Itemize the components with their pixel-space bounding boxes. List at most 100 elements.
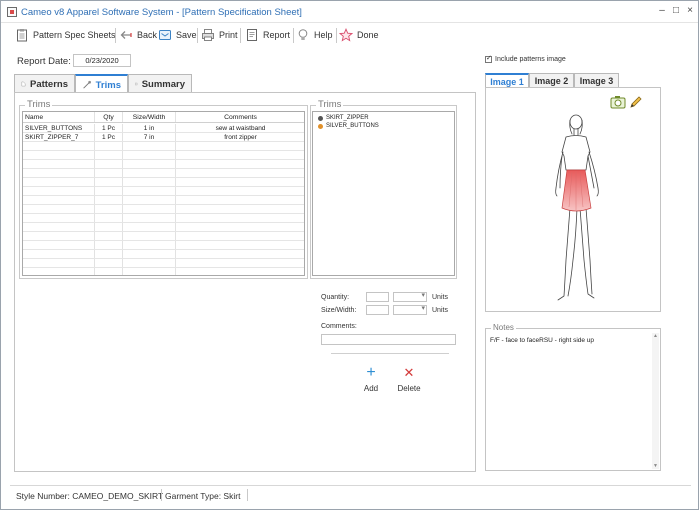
close-button[interactable]: × [684, 5, 696, 17]
empty-cell [23, 142, 95, 150]
tab-image-1[interactable]: Image 1 [485, 73, 529, 88]
empty-table-row [23, 214, 304, 223]
scroll-down-icon[interactable]: ▼ [652, 463, 659, 469]
empty-cell [95, 268, 123, 275]
delete-icon: ✕ [403, 365, 415, 380]
pattern-spec-sheets-button[interactable]: Pattern Spec Sheets [15, 25, 116, 45]
delete-button[interactable]: ✕ Delete [392, 365, 426, 393]
table-row[interactable]: SKIRT_ZIPPER_7 1 Pc 7 in front zipper [23, 133, 304, 142]
button-icon [318, 123, 323, 129]
save-button[interactable]: Save [158, 25, 197, 45]
minimize-button[interactable]: – [656, 5, 668, 17]
notes-scrollbar[interactable]: ▲ ▼ [652, 333, 659, 469]
tree-item-skirt-zipper[interactable]: SKIRT_ZIPPER [318, 114, 369, 122]
empty-cell [123, 241, 176, 249]
print-label: Print [219, 30, 238, 40]
empty-cell [23, 241, 95, 249]
empty-cell [123, 169, 176, 177]
empty-cell [23, 223, 95, 231]
empty-cell [95, 241, 123, 249]
empty-cell [123, 250, 176, 258]
empty-cell [95, 151, 123, 159]
include-patterns-image-label: Include patterns image [495, 56, 566, 63]
empty-cell [123, 205, 176, 213]
empty-cell [95, 214, 123, 222]
empty-table-row [23, 169, 304, 178]
empty-cell [23, 259, 95, 267]
empty-cell [95, 169, 123, 177]
notes-text: F/F - face to faceRSU - right side up [490, 337, 595, 344]
include-patterns-image-checkbox[interactable] [485, 54, 492, 63]
tab-patterns[interactable]: Patterns [14, 74, 75, 93]
status-divider [161, 489, 162, 501]
empty-cell [123, 196, 176, 204]
scroll-up-icon[interactable]: ▲ [652, 333, 659, 339]
empty-cell [95, 187, 123, 195]
maximize-button[interactable]: □ [670, 5, 682, 17]
quantity-units-select[interactable] [393, 291, 427, 302]
empty-cell [23, 178, 95, 186]
report-label: Report [263, 30, 291, 40]
edit-pencil-icon[interactable] [629, 95, 643, 109]
empty-cell [95, 205, 123, 213]
column-header-name[interactable]: Name [23, 112, 95, 122]
back-button[interactable]: Back [119, 25, 157, 45]
empty-cell [95, 196, 123, 204]
trims-tree[interactable]: SKIRT_ZIPPER SILVER_BUTTONS [312, 111, 455, 276]
column-header-qty[interactable]: Qty [95, 112, 123, 122]
tree-item-silver-buttons[interactable]: SILVER_BUTTONS [318, 122, 379, 130]
tab-summary[interactable]: Summary [128, 74, 192, 93]
empty-cell [23, 187, 95, 195]
quantity-label: Quantity: [321, 294, 350, 301]
report-date-field[interactable]: 0/23/2020 [73, 54, 131, 67]
size-width-input[interactable] [366, 305, 389, 315]
empty-cell [176, 223, 304, 231]
empty-cell [123, 142, 176, 150]
column-header-size[interactable]: Size/Width [123, 112, 176, 122]
empty-cell [95, 250, 123, 258]
empty-cell [123, 214, 176, 222]
report-icon [247, 29, 257, 41]
empty-table-row [23, 232, 304, 241]
notes-box[interactable]: Notes F/F - face to faceRSU - right side… [485, 323, 661, 471]
style-number-status: Style Number: CAMEO_DEMO_SKIRT [16, 491, 164, 501]
tab-summary-label: Summary [141, 78, 185, 90]
empty-cell [123, 268, 176, 275]
star-icon [339, 28, 353, 42]
empty-table-row [23, 223, 304, 232]
table-row[interactable]: SILVER_BUTTONS 1 Pc 1 in sew at waistban… [23, 124, 304, 133]
empty-cell [123, 178, 176, 186]
empty-cell [95, 160, 123, 168]
empty-table-row [23, 142, 304, 151]
help-label: Help [314, 30, 333, 40]
quantity-input[interactable] [366, 292, 389, 302]
empty-table-row [23, 250, 304, 259]
toolbar-divider [197, 28, 198, 43]
trims-table[interactable]: Name Qty Size/Width Comments SILVER_BUTT… [22, 111, 305, 276]
empty-cell [176, 151, 304, 159]
toolbar-divider [240, 28, 241, 43]
lightbulb-icon [298, 29, 308, 40]
toolbar-divider [336, 28, 337, 43]
garment-type-status: Garment Type: Skirt [165, 491, 241, 501]
size-units-select[interactable] [393, 304, 427, 315]
tab-trims[interactable]: Trims [75, 74, 128, 94]
table-header-row: Name Qty Size/Width Comments [23, 112, 304, 123]
empty-cell [176, 250, 304, 258]
tab-image-3[interactable]: Image 3 [574, 73, 619, 88]
empty-cell [176, 214, 304, 222]
camera-icon[interactable] [610, 95, 626, 109]
save-label: Save [176, 30, 197, 40]
done-label: Done [357, 30, 379, 40]
tab-image-2[interactable]: Image 2 [529, 73, 574, 88]
done-button[interactable]: Done [339, 25, 379, 45]
toolbar-divider [293, 28, 294, 43]
print-button[interactable]: Print [201, 25, 238, 45]
help-button[interactable]: Help [296, 25, 333, 45]
report-button[interactable]: Report [245, 25, 290, 45]
comments-input[interactable] [321, 334, 456, 345]
add-button[interactable]: + Add [354, 365, 388, 394]
column-header-comments[interactable]: Comments [176, 112, 304, 122]
empty-cell [95, 259, 123, 267]
empty-cell [176, 259, 304, 267]
